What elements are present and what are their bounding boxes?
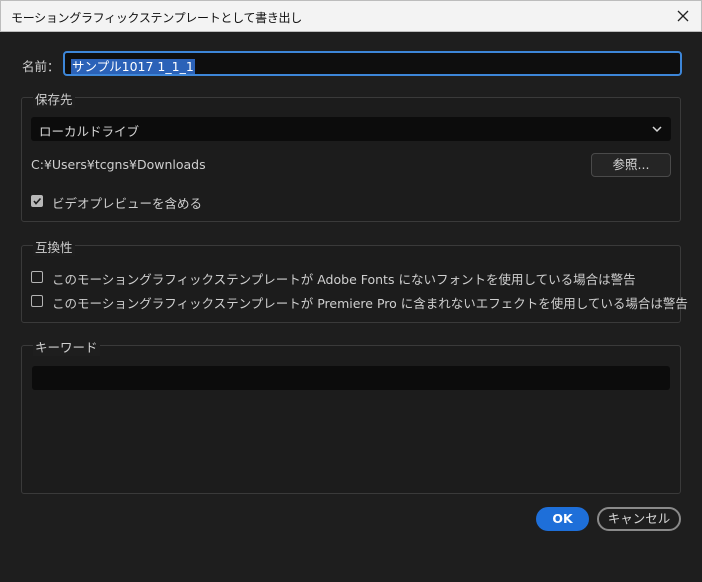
- destination-select[interactable]: ローカルドライブ: [31, 117, 671, 141]
- title-bar: モーショングラフィックステンプレートとして書き出し: [0, 0, 702, 32]
- effects-warning-checkbox[interactable]: [31, 295, 43, 307]
- close-button[interactable]: [671, 4, 695, 28]
- close-icon: [677, 10, 689, 22]
- include-preview-checkbox[interactable]: [31, 195, 43, 207]
- name-label: 名前：: [22, 59, 60, 74]
- destination-legend: 保存先: [33, 89, 75, 108]
- name-input[interactable]: サンプル1017 1_1_1: [63, 51, 682, 76]
- window-title: モーショングラフィックステンプレートとして書き出し: [11, 11, 302, 25]
- fonts-warning-checkbox[interactable]: [31, 271, 43, 283]
- name-input-value: サンプル1017 1_1_1: [71, 59, 195, 74]
- destination-select-value: ローカルドライブ: [39, 124, 140, 139]
- destination-path: C:¥Users¥tcgns¥Downloads: [31, 157, 206, 172]
- ok-button[interactable]: OK: [536, 507, 589, 531]
- fonts-warning-label: このモーショングラフィックステンプレートが Adobe Fonts にないフォン…: [52, 272, 636, 287]
- include-preview-label: ビデオプレビューを含める: [52, 196, 203, 211]
- browse-button[interactable]: 参照...: [591, 153, 671, 177]
- keywords-legend: キーワード: [33, 337, 100, 356]
- keywords-input[interactable]: [32, 366, 670, 390]
- chevron-down-icon: [652, 126, 662, 133]
- cancel-button[interactable]: キャンセル: [597, 507, 681, 531]
- compatibility-legend: 互換性: [33, 237, 75, 256]
- effects-warning-label: このモーショングラフィックステンプレートが Premiere Pro に含まれな…: [52, 296, 688, 311]
- checkmark-icon: [33, 197, 42, 205]
